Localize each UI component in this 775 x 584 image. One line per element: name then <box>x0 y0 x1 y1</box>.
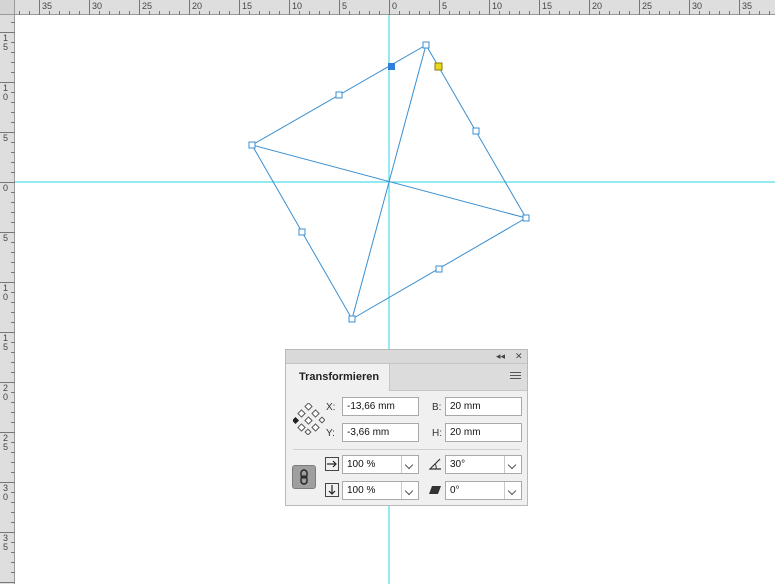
ruler-label: 3 0 <box>3 483 9 502</box>
panel-tab-bar: Transformieren <box>286 364 527 391</box>
ruler-label: 1 0 <box>3 283 9 302</box>
ruler-label: 5 <box>3 133 9 143</box>
height-label: H: <box>432 428 442 439</box>
horizontal-ruler[interactable]: 35 30 25 20 15 10 5 0 5 10 15 20 25 30 35 <box>0 0 775 15</box>
rotation-angle-combo[interactable]: 30° <box>445 455 522 474</box>
y-label: Y: <box>326 428 335 439</box>
selection-handle[interactable] <box>472 127 480 135</box>
ruler-label: 2 0 <box>3 383 9 402</box>
ruler-label: 30 <box>692 1 703 11</box>
ruler-label: 15 <box>542 1 553 11</box>
vertical-scale-icon <box>325 483 339 497</box>
chevron-down-icon[interactable] <box>504 456 521 473</box>
ruler-label: 0 <box>3 183 9 193</box>
ruler-label: 25 <box>642 1 653 11</box>
close-icon[interactable]: ✕ <box>515 351 523 362</box>
ruler-label: 2 5 <box>3 433 9 452</box>
width-label: B: <box>432 402 442 413</box>
chain-link-icon <box>300 469 308 485</box>
ruler-label: 0 <box>392 1 398 11</box>
chevron-down-icon[interactable] <box>504 482 521 499</box>
x-label: X: <box>326 402 336 413</box>
ruler-label: 20 <box>592 1 603 11</box>
ruler-label: 1 5 <box>3 333 9 352</box>
selection-handle[interactable] <box>422 41 430 49</box>
chevron-down-icon[interactable] <box>401 456 418 473</box>
horizontal-scale-icon <box>325 457 339 471</box>
ruler-label: 10 <box>292 1 303 11</box>
constrain-proportions-button[interactable] <box>292 465 316 489</box>
ruler-label: 5 <box>342 1 348 11</box>
selected-anchor-handle[interactable] <box>388 63 395 70</box>
transform-panel: ◂◂ ✕ Transformieren X: -13,66 mm Y: -3,6… <box>285 349 528 506</box>
vertical-ruler[interactable]: 1 5 1 0 5 0 5 1 0 1 5 2 0 2 5 3 0 3 5 <box>0 0 15 584</box>
ruler-label: 3 5 <box>3 533 9 552</box>
x-position-input[interactable]: -13,66 mm <box>342 397 419 416</box>
selection-handle[interactable] <box>348 315 356 323</box>
rotation-angle-value: 30° <box>450 459 466 470</box>
rotation-handle[interactable] <box>434 62 443 71</box>
width-input[interactable]: 20 mm <box>445 397 522 416</box>
selection-handle[interactable] <box>248 141 256 149</box>
collapse-icon[interactable]: ◂◂ <box>496 351 505 362</box>
panel-divider <box>293 449 520 450</box>
reference-point-icon[interactable] <box>293 403 325 435</box>
ruler-label: 30 <box>92 1 103 11</box>
selection-handle[interactable] <box>335 91 343 99</box>
selection-handle[interactable] <box>522 214 530 222</box>
shear-angle-icon <box>429 486 441 494</box>
ruler-ticks <box>19 0 770 15</box>
height-input[interactable]: 20 mm <box>445 423 522 442</box>
ruler-label: 25 <box>142 1 153 11</box>
y-position-input[interactable]: -3,66 mm <box>342 423 419 442</box>
panel-titlebar[interactable]: ◂◂ ✕ <box>286 350 527 364</box>
ruler-label: 35 <box>42 1 53 11</box>
selection-handle[interactable] <box>298 228 306 236</box>
shear-angle-value: 0° <box>450 485 460 496</box>
panel-menu-icon[interactable] <box>510 372 521 381</box>
horizontal-scale-combo[interactable]: 100 % <box>342 455 419 474</box>
ruler-label: 20 <box>192 1 203 11</box>
shear-angle-combo[interactable]: 0° <box>445 481 522 500</box>
ruler-label: 1 0 <box>3 83 9 102</box>
ruler-label: 1 5 <box>3 33 9 52</box>
ruler-label: 35 <box>742 1 753 11</box>
ruler-label: 15 <box>242 1 253 11</box>
ruler-origin-corner[interactable] <box>0 0 15 15</box>
chevron-down-icon[interactable] <box>401 482 418 499</box>
rotation-angle-icon <box>428 458 441 470</box>
ruler-label: 10 <box>492 1 503 11</box>
tab-transform[interactable]: Transformieren <box>286 364 390 391</box>
selection-handle[interactable] <box>435 265 443 273</box>
horizontal-scale-value: 100 % <box>347 459 376 470</box>
vertical-scale-combo[interactable]: 100 % <box>342 481 419 500</box>
ruler-label: 5 <box>3 233 9 243</box>
ruler-label: 5 <box>442 1 448 11</box>
vertical-scale-value: 100 % <box>347 485 376 496</box>
